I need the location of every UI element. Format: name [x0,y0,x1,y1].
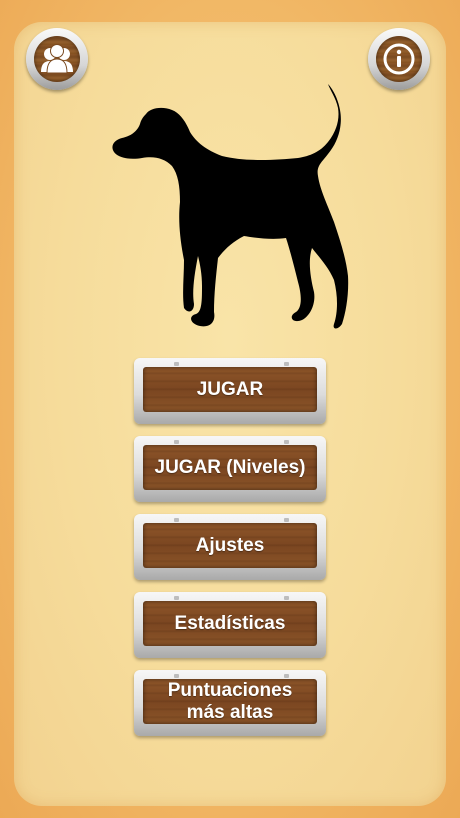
statistics-button-label: Estadísticas [174,612,286,634]
settings-button[interactable]: Ajustes [134,514,326,580]
high-scores-label-line2: más altas [186,701,274,723]
info-button[interactable] [368,28,430,90]
play-button-label: JUGAR [196,378,264,400]
high-scores-button-label: Puntuaciones más altas [168,680,293,724]
play-button[interactable]: JUGAR [134,358,326,424]
users-button[interactable] [26,28,88,90]
play-levels-button-label: JUGAR (Niveles) [154,456,306,478]
users-icon [41,44,73,74]
dog-silhouette [112,84,349,329]
high-scores-button[interactable]: Puntuaciones más altas [134,670,326,736]
settings-button-label: Ajustes [195,534,265,556]
info-icon [383,43,415,75]
play-levels-button[interactable]: JUGAR (Niveles) [134,436,326,502]
high-scores-label-line1: Puntuaciones [167,679,293,701]
statistics-button[interactable]: Estadísticas [134,592,326,658]
